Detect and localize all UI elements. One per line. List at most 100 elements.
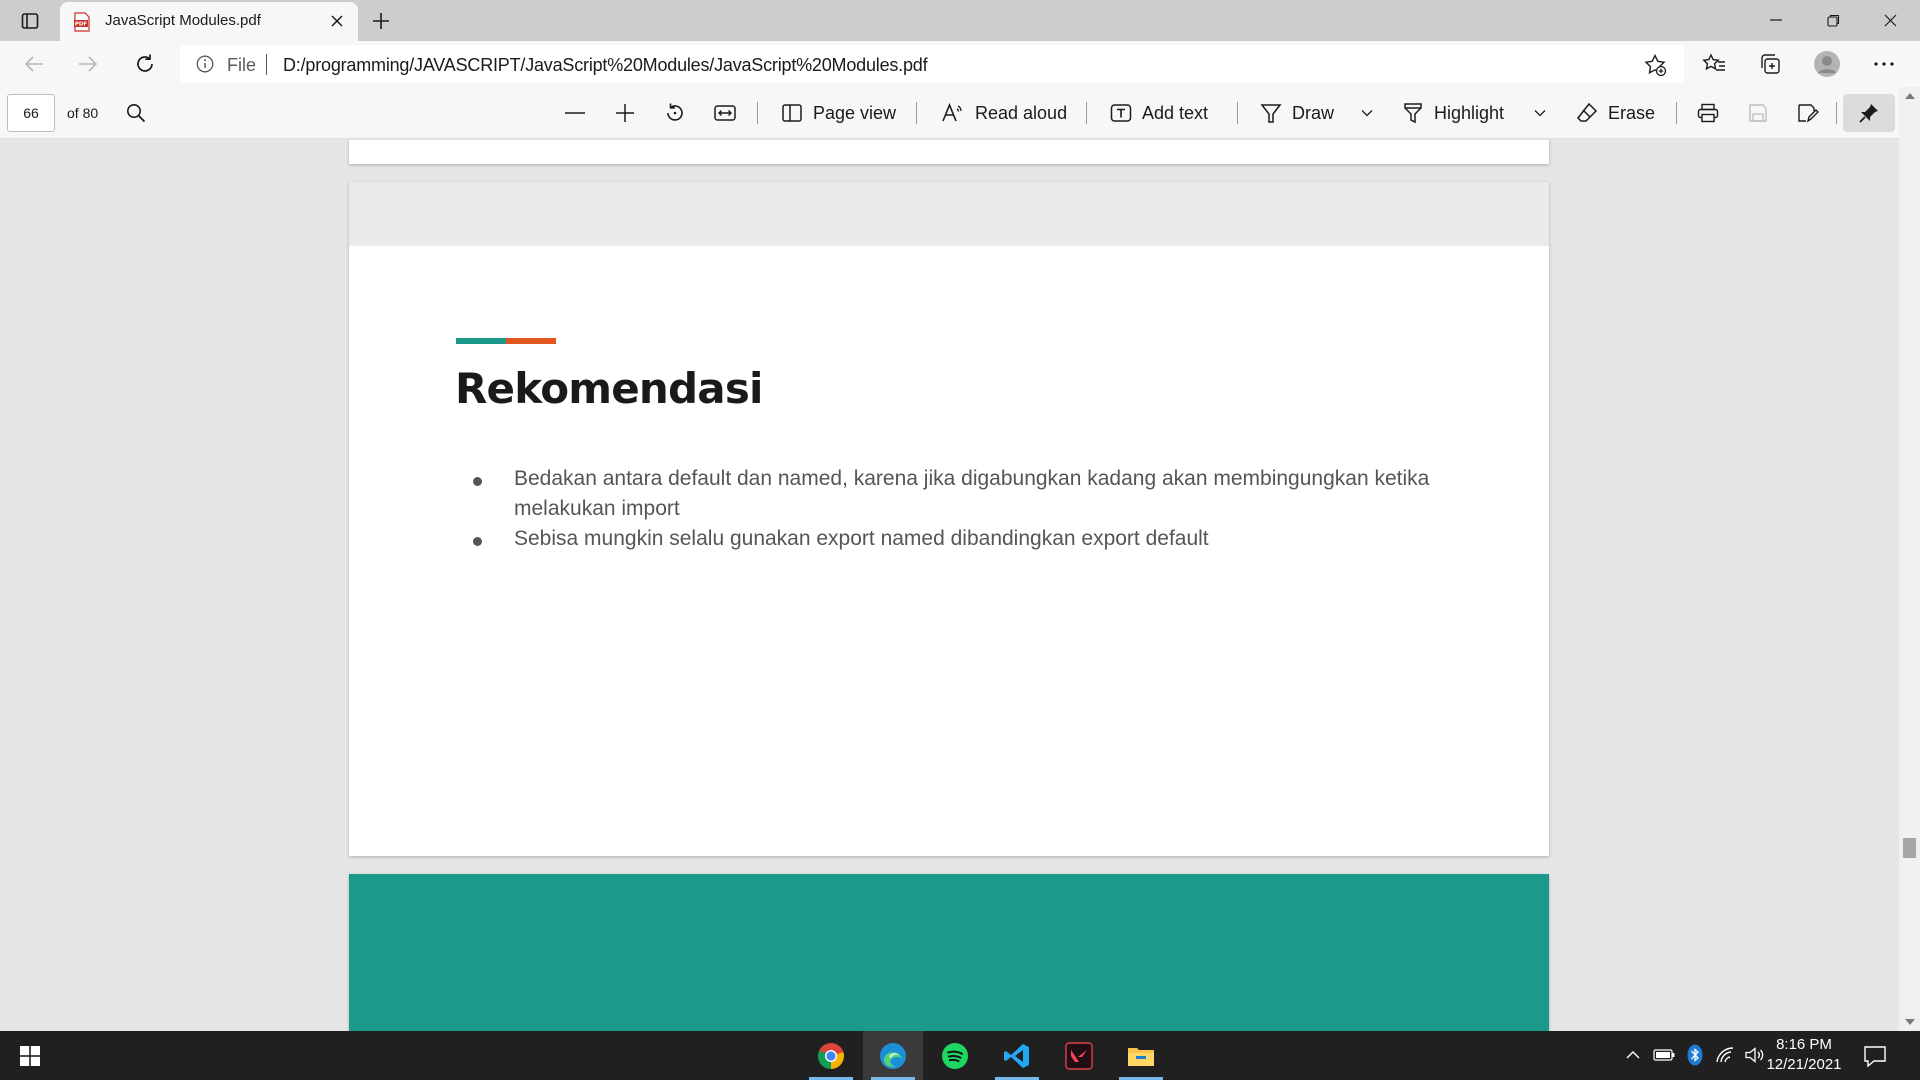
taskbar-valorant[interactable]	[1049, 1031, 1109, 1080]
page-view-icon	[782, 104, 802, 122]
next-page	[349, 874, 1549, 1031]
add-favorite-icon[interactable]	[1643, 53, 1667, 77]
scroll-up-arrow-icon[interactable]	[1905, 93, 1915, 99]
pdf-file-icon: PDF	[74, 12, 90, 32]
edge-icon	[880, 1042, 906, 1069]
battery-tray[interactable]	[1652, 1043, 1676, 1067]
tab-active[interactable]: PDF JavaScript Modules.pdf	[60, 2, 358, 41]
read-aloud-label: Read aloud	[975, 102, 1068, 123]
rotate-button[interactable]	[662, 100, 688, 126]
save-disk-icon	[1749, 104, 1767, 122]
pdf-viewer[interactable]: Rekomendasi Bedakan antara default dan n…	[0, 140, 1920, 1031]
print-button[interactable]	[1695, 100, 1721, 126]
back-button[interactable]	[16, 46, 52, 82]
valorant-icon	[1065, 1041, 1093, 1070]
title-accent-bar	[456, 338, 556, 344]
refresh-icon	[137, 54, 153, 72]
restore-icon	[1826, 14, 1839, 27]
info-icon[interactable]	[196, 55, 214, 73]
zoom-in-button[interactable]	[612, 100, 638, 126]
url-text[interactable]: D:/programming/JAVASCRIPT/JavaScript%20M…	[283, 55, 928, 76]
highlight-label: Highlight	[1434, 102, 1505, 123]
highlight-options-dropdown[interactable]	[1527, 100, 1553, 126]
navigation-bar: File D:/programming/JAVASCRIPT/JavaScrip…	[0, 41, 1920, 87]
favorites-button[interactable]	[1696, 46, 1732, 82]
erase-label: Erase	[1608, 102, 1656, 123]
more-icon	[1874, 62, 1894, 66]
zoom-out-button[interactable]	[562, 100, 588, 126]
tab-title: JavaScript Modules.pdf	[105, 12, 261, 29]
collections-button[interactable]	[1752, 46, 1788, 82]
erase-button[interactable]: Erase	[1570, 95, 1661, 131]
close-window-button[interactable]	[1862, 0, 1918, 40]
toolbar-divider	[916, 102, 917, 124]
battery-icon	[1653, 1049, 1675, 1061]
settings-menu-button[interactable]	[1866, 46, 1902, 82]
search-icon	[127, 104, 146, 123]
tab-actions-button[interactable]	[12, 6, 48, 36]
printer-icon	[1697, 103, 1719, 123]
fit-width-icon	[714, 105, 736, 121]
add-text-icon	[1110, 104, 1132, 122]
bluetooth-tray[interactable]	[1683, 1043, 1707, 1067]
pin-icon	[1859, 104, 1878, 123]
previous-page	[349, 140, 1549, 164]
refresh-button[interactable]	[127, 46, 163, 82]
address-bar[interactable]: File D:/programming/JAVASCRIPT/JavaScrip…	[180, 45, 1684, 83]
toolbar-divider	[757, 102, 758, 124]
read-aloud-button[interactable]: Read aloud	[935, 95, 1073, 131]
draw-options-dropdown[interactable]	[1354, 100, 1380, 126]
taskbar-clock[interactable]: 8:16 PM 12/21/2021	[1764, 1035, 1844, 1075]
list-item: Bedakan antara default dan named, karena…	[459, 464, 1459, 524]
arrow-left-icon	[24, 56, 43, 72]
add-text-label: Add text	[1142, 102, 1209, 123]
clock-time: 8:16 PM	[1776, 1036, 1832, 1053]
svg-text:PDF: PDF	[75, 22, 88, 28]
new-tab-button[interactable]	[366, 6, 396, 36]
taskbar-vscode[interactable]	[987, 1031, 1047, 1080]
highlighter-icon	[1404, 103, 1422, 124]
read-aloud-icon	[942, 103, 962, 122]
accent-orange	[506, 338, 556, 344]
scroll-down-arrow-icon[interactable]	[1905, 1019, 1915, 1025]
scroll-thumb[interactable]	[1903, 838, 1916, 858]
fit-to-width-button[interactable]	[712, 100, 738, 126]
plus-icon	[373, 13, 389, 29]
page-view-button[interactable]: Page view	[775, 95, 902, 131]
network-tray[interactable]	[1713, 1043, 1737, 1067]
save-button[interactable]	[1745, 100, 1771, 126]
save-as-button[interactable]	[1795, 100, 1821, 126]
arrow-right-icon	[79, 56, 98, 72]
taskbar-file-explorer[interactable]	[1111, 1031, 1171, 1080]
bullet-list: Bedakan antara default dan named, karena…	[459, 464, 1459, 554]
taskbar-spotify[interactable]	[925, 1031, 985, 1080]
add-text-button[interactable]: Add text	[1104, 95, 1214, 131]
favorites-icon	[1702, 53, 1725, 71]
chevron-up-icon	[1626, 1051, 1640, 1059]
vertical-scrollbar[interactable]	[1899, 87, 1920, 1031]
pdf-page: Rekomendasi Bedakan antara default dan n…	[349, 182, 1549, 856]
search-button[interactable]	[123, 100, 149, 126]
highlight-button[interactable]: Highlight	[1396, 95, 1510, 131]
rotate-icon	[667, 103, 683, 121]
volume-tray[interactable]	[1742, 1043, 1766, 1067]
slide-header-band	[349, 182, 1549, 246]
notification-center-icon[interactable]	[1862, 1043, 1888, 1069]
taskbar-chrome[interactable]	[801, 1031, 861, 1080]
pin-toolbar-button[interactable]	[1843, 94, 1895, 132]
save-as-icon	[1798, 104, 1819, 123]
restore-button[interactable]	[1805, 0, 1861, 40]
profile-button[interactable]	[1809, 46, 1845, 82]
show-hidden-icons-button[interactable]	[1621, 1043, 1645, 1067]
toolbar-divider	[1237, 102, 1238, 124]
minimize-button[interactable]	[1748, 0, 1804, 40]
start-button[interactable]	[0, 1031, 60, 1080]
taskbar-edge[interactable]	[863, 1031, 923, 1080]
collections-icon	[1761, 54, 1780, 74]
page-number-input[interactable]	[7, 94, 55, 132]
speaker-icon	[1745, 1047, 1764, 1063]
forward-button[interactable]	[70, 46, 106, 82]
tab-close-button[interactable]	[324, 8, 350, 34]
pdf-toolbar: of 80 Page view Read aloud Add text Draw…	[0, 87, 1920, 139]
draw-button[interactable]: Draw	[1254, 95, 1340, 131]
